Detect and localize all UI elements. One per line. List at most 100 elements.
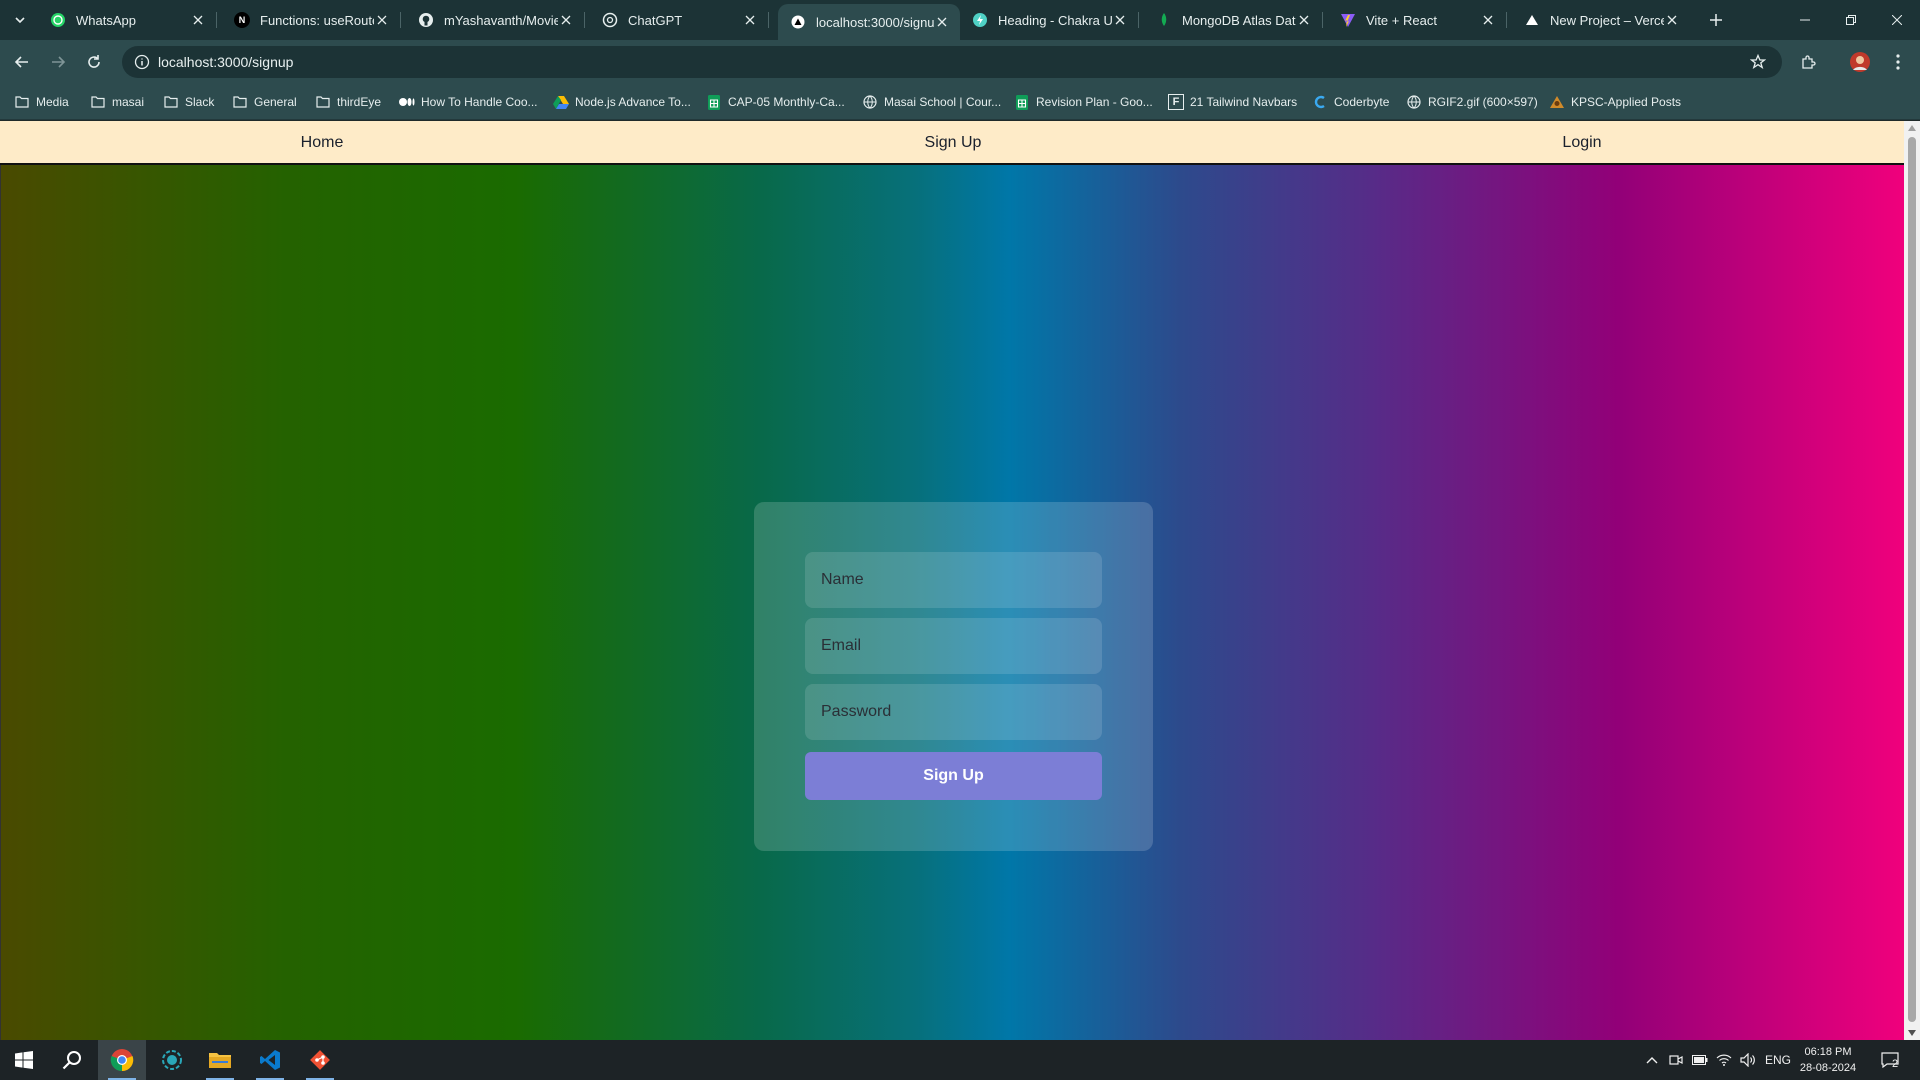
extensions-button[interactable] [1794, 48, 1822, 76]
scroll-down-icon[interactable] [1908, 1030, 1916, 1036]
notification-count: 2 [1892, 1058, 1899, 1070]
nav-link-signup[interactable]: Sign Up [853, 121, 1053, 165]
notification-center-button[interactable]: 2 [1872, 1040, 1908, 1080]
reload-button[interactable] [80, 48, 108, 76]
tray-meet-now[interactable] [1666, 1040, 1686, 1080]
nextjs-icon: N [234, 12, 250, 28]
signup-submit-button[interactable]: Sign Up [805, 752, 1102, 800]
minimize-icon [1800, 19, 1810, 21]
minimize-button[interactable] [1782, 0, 1828, 40]
close-icon[interactable] [374, 12, 390, 28]
bookmark-general[interactable]: General [232, 92, 297, 112]
bookmark-slack[interactable]: Slack [163, 92, 214, 112]
bookmark-star-button[interactable] [1744, 48, 1772, 76]
chakra-icon [972, 12, 988, 28]
password-input[interactable] [805, 684, 1102, 740]
close-icon[interactable] [558, 12, 574, 28]
forward-button[interactable] [44, 48, 72, 76]
close-icon[interactable] [1480, 12, 1496, 28]
bookmark-coderbyte[interactable]: Coderbyte [1312, 92, 1389, 112]
new-tab-button[interactable] [1704, 8, 1728, 32]
tray-wifi[interactable] [1714, 1040, 1734, 1080]
tab-title: ChatGPT [628, 12, 683, 28]
tab-whatsapp[interactable]: WhatsApp [38, 0, 217, 40]
tab-search-button[interactable] [8, 8, 32, 32]
close-icon[interactable] [934, 14, 950, 30]
back-button[interactable] [8, 48, 36, 76]
bookmark-thirdeye[interactable]: thirdEye [315, 92, 381, 112]
bookmark-how-to-handle[interactable]: How To Handle Coo... [399, 92, 538, 112]
camera-icon [1669, 1055, 1683, 1065]
tray-overflow-button[interactable] [1642, 1040, 1662, 1080]
close-icon[interactable] [742, 12, 758, 28]
name-input[interactable] [805, 552, 1102, 608]
close-icon[interactable] [1112, 12, 1128, 28]
bookmark-label: masai [112, 95, 145, 109]
tray-language[interactable]: ENG [1762, 1040, 1794, 1080]
bookmark-label: General [254, 95, 297, 109]
chrome-icon [110, 1049, 134, 1072]
taskbar-git[interactable] [296, 1040, 344, 1080]
bookmark-nodejs-advance[interactable]: Node.js Advance To... [553, 92, 691, 112]
windows-icon [15, 1051, 33, 1069]
vercel-icon [790, 14, 806, 30]
puzzle-icon [1802, 55, 1816, 69]
tray-volume[interactable] [1738, 1040, 1758, 1080]
browser-menu-button[interactable] [1884, 48, 1912, 76]
bookmark-tailwind-navbars[interactable]: F 21 Tailwind Navbars [1168, 92, 1297, 112]
tab-localhost-signup[interactable]: localhost:3000/signup [778, 4, 960, 40]
taskbar-vscode[interactable] [246, 1040, 294, 1080]
tab-vercel-new-project[interactable]: New Project – Vercel [1512, 0, 1690, 40]
bookmark-label: Slack [185, 95, 215, 109]
wifi-icon [1716, 1054, 1732, 1066]
battery-icon [1692, 1055, 1708, 1065]
tab-chakra-ui[interactable]: Heading - Chakra UI [960, 0, 1139, 40]
bookmark-media[interactable]: Media [14, 92, 69, 112]
taskbar-clock[interactable]: 06:18 PM 28-08-2024 [1794, 1044, 1862, 1076]
close-icon[interactable] [1664, 12, 1680, 28]
taskbar-chrome[interactable] [98, 1040, 146, 1080]
taskbar-app-circle[interactable] [148, 1040, 196, 1080]
tray-battery[interactable] [1690, 1040, 1710, 1080]
folder-icon [232, 94, 248, 110]
whatsapp-icon [50, 12, 66, 28]
bookmark-masai[interactable]: masai [90, 92, 144, 112]
browser-toolbar: localhost:3000/signup [0, 40, 1920, 84]
close-window-button[interactable] [1874, 0, 1920, 40]
address-bar[interactable]: localhost:3000/signup [122, 46, 1782, 78]
tab-chatgpt[interactable]: ChatGPT [590, 0, 769, 40]
close-icon[interactable] [190, 12, 206, 28]
bookmark-label: KPSC-Applied Posts [1571, 95, 1682, 109]
tab-github[interactable]: mYashavanth/MovieA [406, 0, 585, 40]
bookmark-rgif2[interactable]: RGIF2.gif (600×597) [1406, 92, 1538, 112]
tab-title: Heading - Chakra UI [998, 12, 1112, 28]
search-button[interactable] [48, 1040, 96, 1080]
scroll-up-icon[interactable] [1908, 125, 1916, 131]
start-button[interactable] [0, 1040, 48, 1080]
taskbar-file-explorer[interactable] [196, 1040, 244, 1080]
folder-icon [90, 94, 106, 110]
bookmark-revision-plan[interactable]: Revision Plan - Goo... [1014, 92, 1153, 112]
plus-icon [1710, 14, 1722, 26]
email-input[interactable] [805, 618, 1102, 674]
profile-avatar[interactable] [1846, 48, 1874, 76]
page-scrollbar[interactable] [1904, 121, 1920, 1040]
nav-link-login[interactable]: Login [1482, 121, 1682, 165]
bookmark-masai-school[interactable]: Masai School | Cour... [862, 92, 1001, 112]
tab-mongodb[interactable]: MongoDB Atlas Data [1144, 0, 1323, 40]
kebab-menu-icon [1896, 54, 1900, 70]
tab-vite-react[interactable]: Vite + React [1328, 0, 1507, 40]
restore-button[interactable] [1828, 0, 1874, 40]
close-icon[interactable] [1296, 12, 1312, 28]
page-viewport: Home Sign Up Login Sign Up [0, 121, 1904, 1040]
scrollbar-thumb[interactable] [1908, 137, 1916, 1022]
bookmark-cap05[interactable]: CAP-05 Monthly-Ca... [706, 92, 845, 112]
tab-strip: WhatsApp N Functions: useRouter mYashava… [0, 0, 1920, 40]
tab-title: Functions: useRouter [260, 12, 374, 28]
tab-title: New Project – Vercel [1550, 12, 1664, 28]
bookmark-kpsc[interactable]: KPSC-Applied Posts [1549, 92, 1681, 112]
nav-link-home[interactable]: Home [222, 121, 422, 165]
tab-nextjs-docs[interactable]: N Functions: useRouter [222, 0, 401, 40]
reload-icon [88, 55, 100, 68]
site-info-icon[interactable] [132, 52, 152, 72]
